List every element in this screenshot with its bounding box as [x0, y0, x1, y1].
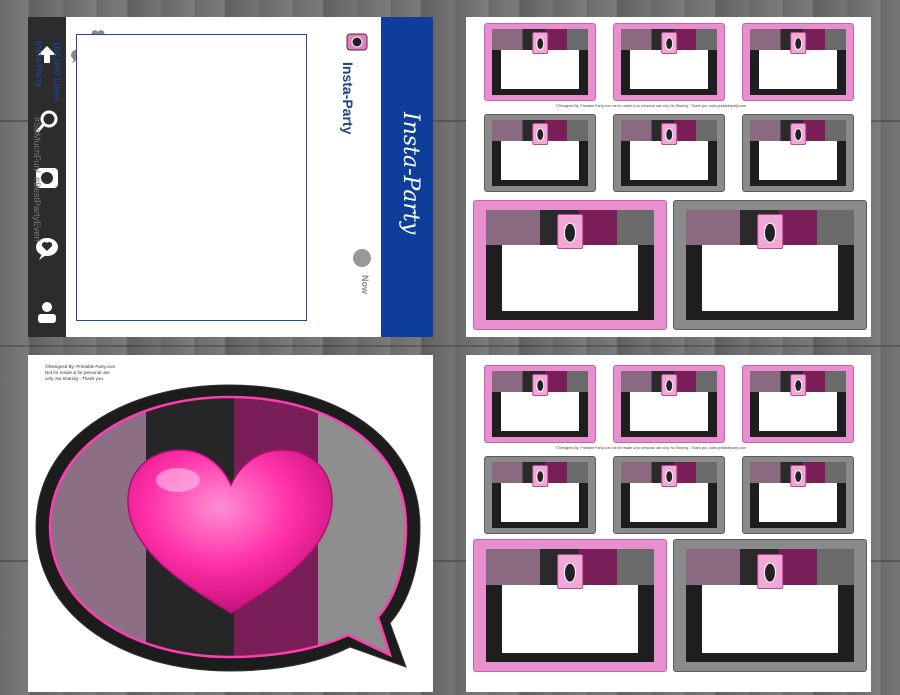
credit-line: ©Designed By: Printable Party.com not fo…: [556, 104, 747, 108]
pink-camera-icon: [346, 33, 368, 51]
speech-bubble: [35, 384, 421, 672]
photo-card: [484, 23, 596, 101]
hashtag-1: #SoMuchFun!: [32, 117, 42, 174]
photo-card: [742, 365, 854, 443]
photo-card-large: [473, 539, 667, 672]
hashtag-2: #BestPartyEver!: [32, 177, 42, 243]
profile-icon: [38, 302, 56, 323]
photo-card: [742, 23, 854, 101]
photo-card: [484, 114, 596, 192]
card-sheet-bottom: ©Designed By: Printable Party.com not fo…: [466, 355, 871, 692]
wood-grain: [0, 345, 900, 347]
time-label: Now: [360, 275, 370, 294]
photo-window: [76, 34, 307, 321]
username-label: Insta-Party: [34, 41, 44, 88]
photo-card: [613, 114, 725, 192]
photo-card: [613, 456, 725, 534]
likes-count: 100,000 Likes: [51, 41, 62, 103]
photo-card-large: [673, 539, 867, 672]
photo-card: [742, 114, 854, 192]
photo-card: [742, 456, 854, 534]
photo-card: [613, 365, 725, 443]
insta-frame-sheet: 100,000 Likes Insta-Party #SoMuchFun! #B…: [28, 17, 433, 337]
photo-card-large: [473, 200, 667, 330]
clock-icon: [353, 249, 371, 267]
speech-bubble-sheet: ©Designed By: Printable Party.com Not fo…: [28, 355, 433, 692]
photo-card: [613, 23, 725, 101]
photo-card: [484, 456, 596, 534]
frame-title: Insta-Party: [340, 62, 356, 135]
brand-title: Insta-Party: [398, 112, 423, 235]
photo-card-large: [673, 200, 867, 330]
photo-card: [484, 365, 596, 443]
credit-line: ©Designed By: Printable Party.com not fo…: [556, 446, 747, 450]
card-sheet-top: ©Designed By: Printable Party.com not fo…: [466, 17, 871, 337]
